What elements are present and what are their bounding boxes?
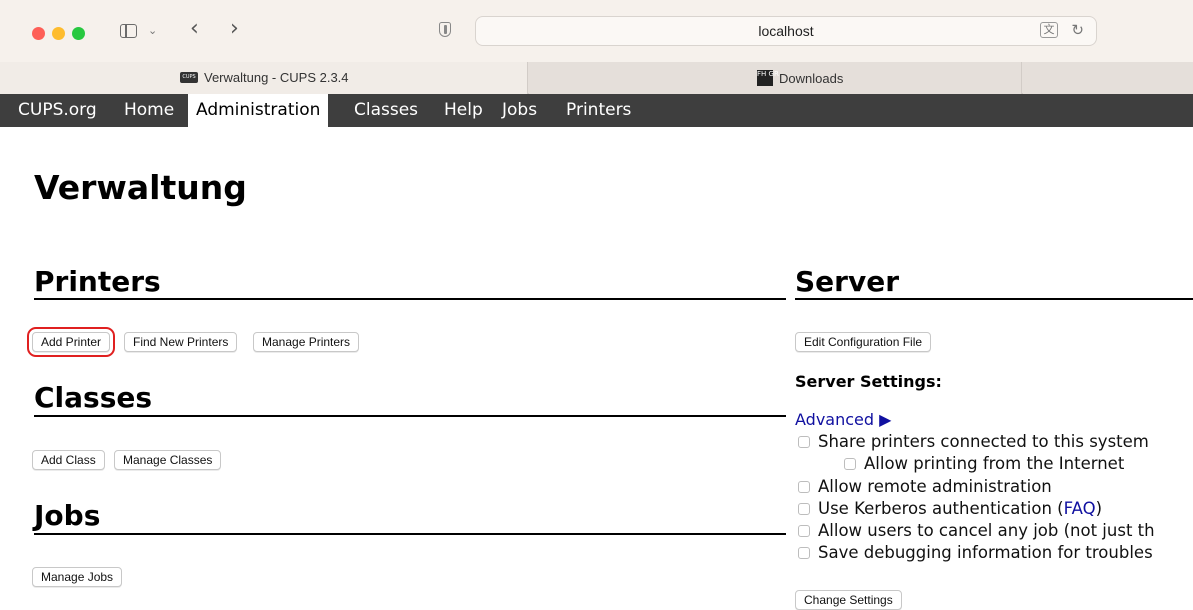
- zoom-window-button[interactable]: [72, 27, 85, 40]
- nav-administration[interactable]: Administration: [188, 94, 329, 127]
- debug-logging-label: Save debugging information for troubles: [818, 543, 1153, 562]
- cancel-any-job-option[interactable]: Allow users to cancel any job (not just …: [798, 521, 1155, 540]
- nav-printers[interactable]: Printers: [558, 94, 639, 127]
- tab-label: Verwaltung - CUPS 2.3.4: [204, 70, 349, 85]
- manage-printers-button[interactable]: Manage Printers: [253, 332, 360, 352]
- cancel-any-job-checkbox[interactable]: [798, 524, 810, 537]
- server-heading: Server: [795, 265, 900, 298]
- nav-jobs[interactable]: Jobs: [494, 94, 545, 127]
- forward-arrow-icon[interactable]: ›: [230, 17, 239, 41]
- tab-verwaltung[interactable]: CUPS Verwaltung - CUPS 2.3.4: [0, 62, 528, 94]
- add-printer-button[interactable]: Add Printer: [26, 327, 116, 357]
- advanced-toggle[interactable]: Advanced ▶: [795, 410, 891, 429]
- manage-classes-button[interactable]: Manage Classes: [114, 450, 222, 470]
- printers-heading: Printers: [34, 265, 161, 298]
- page-title: Verwaltung: [34, 168, 247, 207]
- server-rule: [795, 298, 1193, 300]
- nav-help[interactable]: Help: [436, 94, 491, 127]
- remote-admin-option[interactable]: Allow remote administration: [798, 477, 1052, 496]
- back-arrow-icon[interactable]: ‹: [190, 17, 199, 41]
- server-settings-heading: Server Settings:: [795, 372, 942, 391]
- tab-bar: CUPS Verwaltung - CUPS 2.3.4 FH GR Downl…: [0, 62, 1193, 94]
- jobs-rule: [34, 533, 786, 535]
- find-new-printers-button[interactable]: Find New Printers: [124, 332, 238, 352]
- classes-heading: Classes: [34, 381, 153, 414]
- close-window-button[interactable]: [32, 27, 45, 40]
- fhgr-favicon-icon: FH GR: [757, 70, 779, 86]
- allow-internet-checkbox[interactable]: [844, 457, 856, 470]
- debug-logging-option[interactable]: Save debugging information for troubles: [798, 543, 1153, 562]
- cancel-any-job-label: Allow users to cancel any job (not just …: [818, 521, 1155, 540]
- cups-navbar: CUPS.org Home Administration Classes Hel…: [0, 94, 1193, 127]
- allow-internet-label: Allow printing from the Internet: [864, 454, 1125, 473]
- nav-cups-org[interactable]: CUPS.org: [10, 94, 105, 127]
- kerberos-label-text: Use Kerberos authentication (: [818, 499, 1064, 518]
- kerberos-label: Use Kerberos authentication (FAQ): [818, 499, 1102, 518]
- sidebar-toggle-icon[interactable]: [120, 24, 137, 38]
- minimize-window-button[interactable]: [52, 27, 65, 40]
- reload-icon[interactable]: ↻: [1071, 21, 1084, 39]
- kerberos-checkbox[interactable]: [798, 502, 810, 515]
- chevron-down-icon[interactable]: ⌄: [148, 24, 157, 37]
- jobs-heading: Jobs: [34, 499, 101, 532]
- edit-configuration-file-button[interactable]: Edit Configuration File: [795, 332, 932, 352]
- tab-downloads[interactable]: FH GR Downloads: [529, 62, 1022, 94]
- debug-logging-checkbox[interactable]: [798, 546, 810, 559]
- nav-classes[interactable]: Classes: [346, 94, 426, 127]
- share-printers-option[interactable]: Share printers connected to this system: [798, 432, 1149, 451]
- tab-bar-empty: [1023, 62, 1193, 94]
- faq-link[interactable]: FAQ: [1064, 499, 1096, 518]
- browser-toolbar: ⌄ ‹ › localhost 文 ↻: [0, 0, 1193, 62]
- manage-jobs-button[interactable]: Manage Jobs: [32, 567, 123, 587]
- change-settings-button[interactable]: Change Settings: [795, 590, 902, 610]
- remote-admin-label: Allow remote administration: [818, 477, 1052, 496]
- cups-favicon-icon: CUPS: [180, 72, 198, 83]
- printers-rule: [34, 298, 786, 300]
- share-printers-label: Share printers connected to this system: [818, 432, 1149, 451]
- add-class-button[interactable]: Add Class: [32, 450, 105, 470]
- remote-admin-checkbox[interactable]: [798, 480, 810, 493]
- kerberos-label-suffix: ): [1095, 499, 1103, 518]
- share-printers-checkbox[interactable]: [798, 435, 810, 448]
- privacy-shield-icon[interactable]: [439, 22, 451, 37]
- address-bar[interactable]: localhost 文 ↻: [475, 16, 1097, 46]
- nav-home[interactable]: Home: [116, 94, 182, 127]
- address-url[interactable]: localhost: [476, 23, 1096, 39]
- tab-label: Downloads: [779, 70, 844, 86]
- translate-icon[interactable]: 文: [1040, 22, 1058, 38]
- allow-internet-option[interactable]: Allow printing from the Internet: [844, 454, 1124, 473]
- classes-rule: [34, 415, 786, 417]
- kerberos-option[interactable]: Use Kerberos authentication (FAQ): [798, 499, 1102, 518]
